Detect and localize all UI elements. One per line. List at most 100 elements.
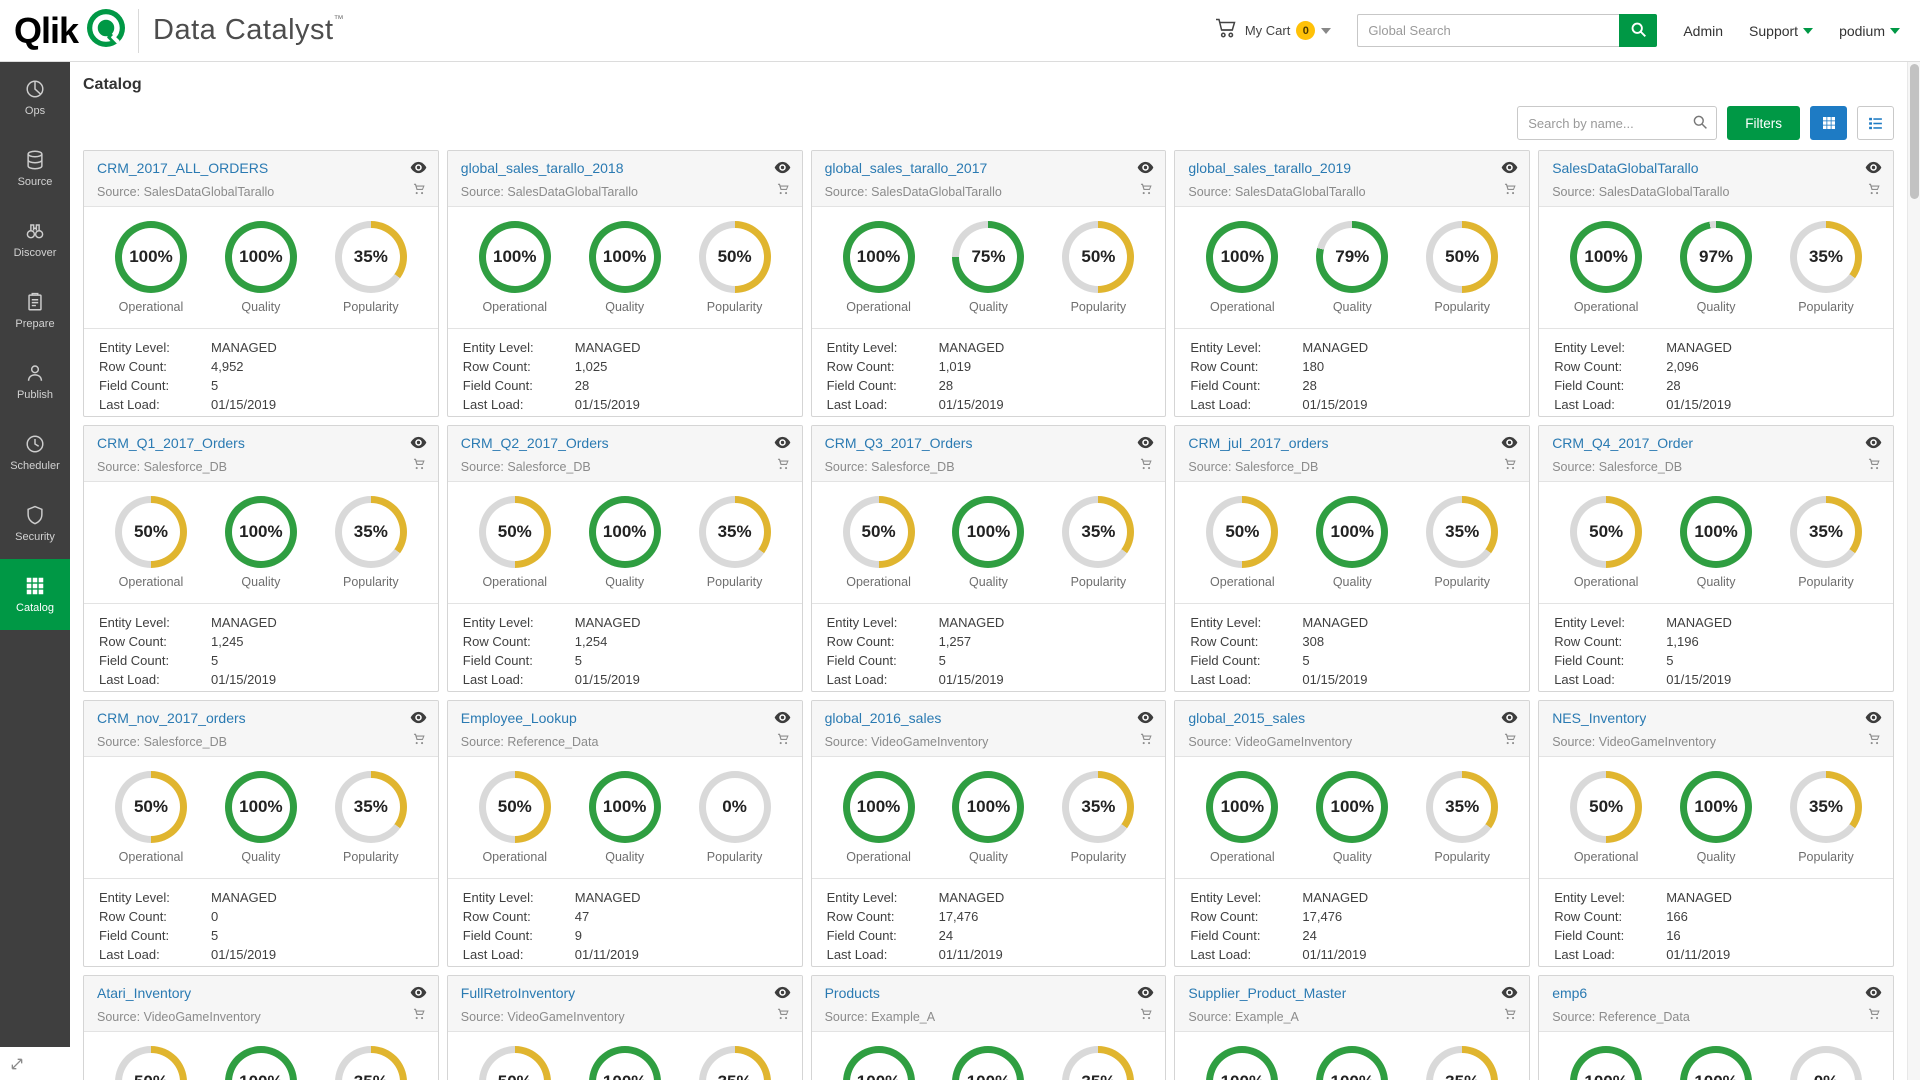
- add-to-cart-icon[interactable]: [1139, 732, 1154, 751]
- gauge-ring: 100%: [1316, 771, 1389, 843]
- qlik-logo[interactable]: Qlik: [14, 8, 126, 53]
- sidebar-item-prepare[interactable]: Prepare: [0, 275, 70, 346]
- gauge: 100% Quality: [1680, 1046, 1753, 1080]
- preview-eye-icon[interactable]: [774, 161, 791, 179]
- card-title-link[interactable]: FullRetroInventory: [461, 985, 575, 1001]
- add-to-cart-icon[interactable]: [1867, 457, 1882, 476]
- my-cart-button[interactable]: My Cart 0: [1213, 16, 1332, 45]
- card-title-link[interactable]: Atari_Inventory: [97, 985, 191, 1001]
- preview-eye-icon[interactable]: [410, 436, 427, 454]
- support-menu[interactable]: Support: [1749, 23, 1814, 39]
- preview-eye-icon[interactable]: [410, 711, 427, 729]
- preview-eye-icon[interactable]: [1137, 711, 1154, 729]
- sidebar-item-scheduler[interactable]: Scheduler: [0, 417, 70, 488]
- preview-eye-icon[interactable]: [1865, 436, 1882, 454]
- gauge-ring: 100%: [1570, 221, 1643, 293]
- add-to-cart-icon[interactable]: [776, 457, 791, 476]
- sidebar-item-discover[interactable]: Discover: [0, 204, 70, 275]
- card-title-link[interactable]: CRM_Q2_2017_Orders: [461, 435, 609, 451]
- preview-eye-icon[interactable]: [410, 986, 427, 1004]
- card-title-link[interactable]: global_sales_tarallo_2019: [1188, 160, 1351, 176]
- preview-eye-icon[interactable]: [410, 161, 427, 179]
- add-to-cart-icon[interactable]: [776, 1007, 791, 1026]
- add-to-cart-icon[interactable]: [412, 1007, 427, 1026]
- add-to-cart-icon[interactable]: [1503, 732, 1518, 751]
- card-title-link[interactable]: global_sales_tarallo_2018: [461, 160, 624, 176]
- sidebar-item-source[interactable]: Source: [0, 133, 70, 204]
- filters-button[interactable]: Filters: [1727, 106, 1800, 140]
- search-by-name-input[interactable]: [1517, 106, 1718, 140]
- add-to-cart-icon[interactable]: [1503, 182, 1518, 201]
- add-to-cart-icon[interactable]: [1139, 1007, 1154, 1026]
- vertical-scrollbar[interactable]: [1907, 62, 1920, 1080]
- grid-view-icon: [1822, 117, 1835, 129]
- preview-eye-icon[interactable]: [1137, 436, 1154, 454]
- card-header: global_sales_tarallo_2017 Source: SalesD…: [811, 151, 1166, 207]
- preview-eye-icon[interactable]: [1501, 711, 1518, 729]
- card-stats: Entity Level: MANAGED Row Count: 1,196 Fie…: [1539, 603, 1893, 691]
- add-to-cart-icon[interactable]: [1867, 732, 1882, 751]
- card-title-link[interactable]: global_sales_tarallo_2017: [825, 160, 988, 176]
- sidebar-item-publish[interactable]: Publish: [0, 346, 70, 417]
- gauge-row: 50% Operational 100% Quality 35% Popular…: [84, 757, 438, 868]
- preview-eye-icon[interactable]: [774, 436, 791, 454]
- collapse-sidebar-button[interactable]: [0, 1047, 34, 1080]
- gauge-label: Quality: [1332, 575, 1372, 589]
- add-to-cart-icon[interactable]: [1503, 457, 1518, 476]
- add-to-cart-icon[interactable]: [1867, 1007, 1882, 1026]
- preview-eye-icon[interactable]: [774, 711, 791, 729]
- stat-label: Field Count:: [99, 653, 170, 668]
- preview-eye-icon[interactable]: [1865, 161, 1882, 179]
- card-title-link[interactable]: global_2016_sales: [825, 710, 942, 726]
- sidebar-item-security[interactable]: Security: [0, 488, 70, 559]
- grid-view-toggle[interactable]: [1810, 106, 1847, 140]
- global-search-input[interactable]: [1357, 14, 1620, 47]
- sidebar-item-catalog[interactable]: Catalog: [0, 559, 70, 630]
- card-title-link[interactable]: Employee_Lookup: [461, 710, 577, 726]
- card-title-link[interactable]: CRM_2017_ALL_ORDERS: [97, 160, 268, 176]
- scrollbar-thumb[interactable]: [1910, 64, 1919, 199]
- stat-label: Row Count:: [1190, 359, 1259, 374]
- card-stats: Entity Level: MANAGED Row Count: 1,245 Fie…: [84, 603, 438, 691]
- card-title-link[interactable]: Supplier_Product_Master: [1188, 985, 1346, 1001]
- gauge-ring: 100%: [952, 771, 1025, 843]
- card-source: Source: Salesforce_DB: [460, 460, 591, 474]
- preview-eye-icon[interactable]: [1865, 986, 1882, 1004]
- add-to-cart-icon[interactable]: [1867, 182, 1882, 201]
- stat-label: Row Count:: [462, 909, 531, 924]
- add-to-cart-icon[interactable]: [412, 732, 427, 751]
- card-title-link[interactable]: SalesDataGlobalTarallo: [1552, 160, 1698, 176]
- preview-eye-icon[interactable]: [1865, 711, 1882, 729]
- preview-eye-icon[interactable]: [1501, 161, 1518, 179]
- preview-eye-icon[interactable]: [1137, 986, 1154, 1004]
- preview-eye-icon[interactable]: [1501, 436, 1518, 454]
- card-title-link[interactable]: CRM_jul_2017_orders: [1188, 435, 1328, 451]
- card-title-link[interactable]: NES_Inventory: [1552, 710, 1646, 726]
- add-to-cart-icon[interactable]: [412, 457, 427, 476]
- card-title-link[interactable]: emp6: [1552, 985, 1587, 1001]
- add-to-cart-icon[interactable]: [776, 732, 791, 751]
- preview-eye-icon[interactable]: [1501, 986, 1518, 1004]
- add-to-cart-icon[interactable]: [1503, 1007, 1518, 1026]
- add-to-cart-icon[interactable]: [412, 182, 427, 201]
- row-count-value: 166: [1666, 909, 1688, 924]
- add-to-cart-icon[interactable]: [1139, 182, 1154, 201]
- search-icon: [1692, 114, 1708, 135]
- sidebar-item-ops[interactable]: Ops: [0, 62, 70, 133]
- row-count-value: 0: [211, 909, 219, 924]
- admin-link[interactable]: Admin: [1683, 23, 1723, 39]
- gauge-value: 100%: [966, 522, 1011, 541]
- add-to-cart-icon[interactable]: [776, 182, 791, 201]
- card-title-link[interactable]: CRM_Q3_2017_Orders: [825, 435, 973, 451]
- card-title-link[interactable]: CRM_nov_2017_orders: [97, 710, 246, 726]
- card-title-link[interactable]: global_2015_sales: [1188, 710, 1305, 726]
- preview-eye-icon[interactable]: [1137, 161, 1154, 179]
- card-title-link[interactable]: CRM_Q1_2017_Orders: [97, 435, 245, 451]
- add-to-cart-icon[interactable]: [1139, 457, 1154, 476]
- card-title-link[interactable]: CRM_Q4_2017_Order: [1552, 435, 1693, 451]
- list-view-toggle[interactable]: [1857, 106, 1894, 140]
- global-search-button[interactable]: [1619, 14, 1658, 47]
- preview-eye-icon[interactable]: [774, 986, 791, 1004]
- card-title-link[interactable]: Products: [825, 985, 880, 1001]
- user-menu[interactable]: podium: [1839, 23, 1900, 39]
